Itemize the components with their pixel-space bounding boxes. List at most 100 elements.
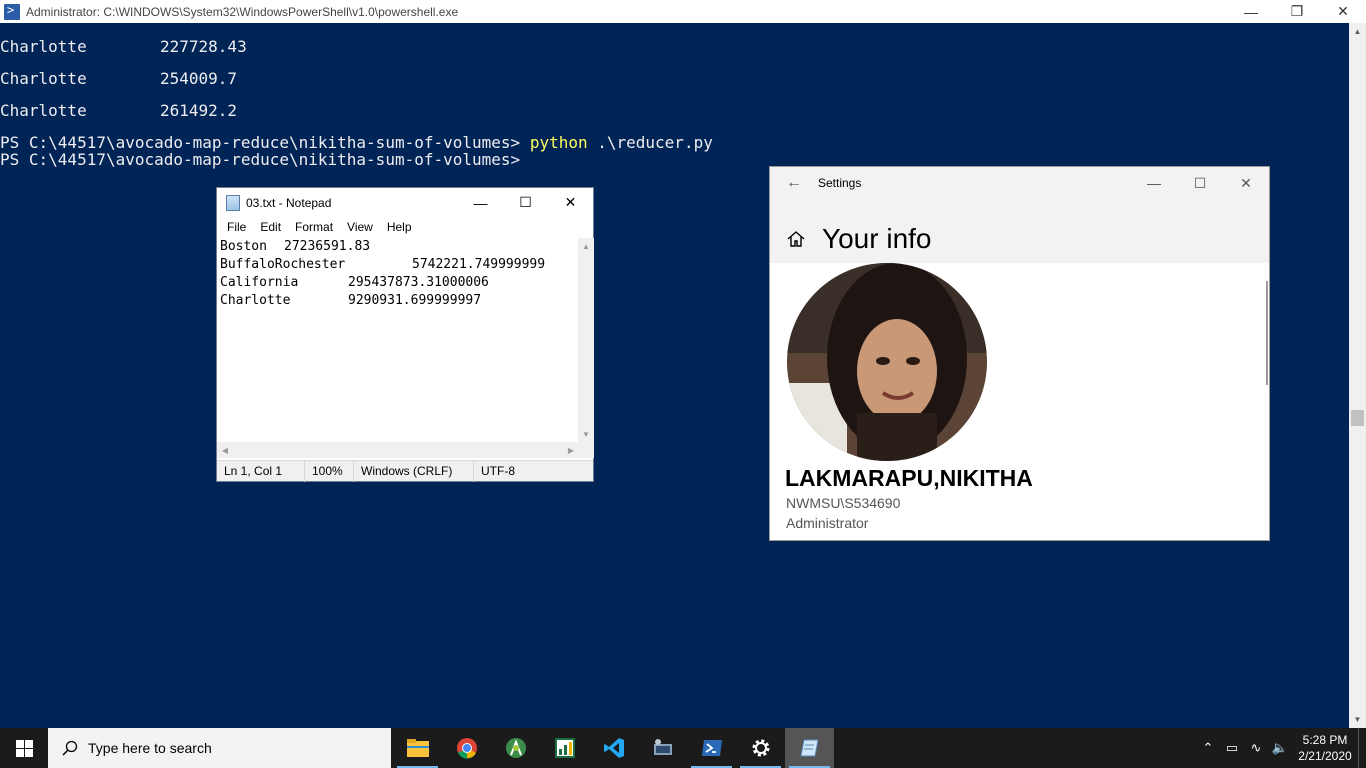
minimize-button[interactable]: —: [1131, 167, 1177, 199]
status-zoom: 100%: [305, 460, 354, 482]
minimize-button[interactable]: —: [1228, 0, 1274, 23]
windows-logo-icon: [15, 739, 33, 757]
output-value: 261492.2: [160, 101, 238, 120]
vs-code-icon: [603, 738, 624, 758]
notepad-text-area[interactable]: Boston 27236591.83 BuffaloRochester 574222…: [217, 238, 579, 442]
notepad-window[interactable]: 03.txt - Notepad — ☐ ✕ File Edit Format …: [216, 187, 594, 482]
page-title: Your info: [822, 223, 932, 254]
powershell-icon: [4, 3, 20, 20]
menu-view[interactable]: View: [340, 218, 380, 237]
taskbar-notepad[interactable]: [785, 728, 834, 768]
powershell-scrollbar[interactable]: ▲ ▼: [1349, 23, 1366, 728]
taskbar-spreadsheet[interactable]: [540, 728, 589, 768]
android-studio-icon: [505, 738, 526, 758]
output-city: Charlotte: [0, 37, 87, 56]
settings-title: Settings: [818, 176, 862, 190]
home-icon[interactable]: [786, 229, 806, 249]
taskbar-file-explorer[interactable]: [393, 728, 442, 768]
line-value: 27236591.83: [284, 239, 371, 254]
scroll-down-icon[interactable]: ▼: [1349, 711, 1366, 728]
menu-file[interactable]: File: [220, 218, 253, 237]
maximize-button[interactable]: ☐: [1177, 167, 1223, 199]
output-city: Charlotte: [0, 101, 87, 120]
spreadsheet-icon: [554, 738, 575, 758]
volume-muted-icon[interactable]: 🔈: [1268, 740, 1292, 756]
output-value: 254009.7: [160, 69, 238, 88]
notepad-menubar: File Edit Format View Help: [217, 218, 593, 237]
status-position: Ln 1, Col 1: [217, 460, 305, 482]
system-tray: ⌃ ▭ ∿ 🔈 5:28 PM 2/21/2020: [1196, 728, 1366, 768]
menu-edit[interactable]: Edit: [253, 218, 288, 237]
scrollbar-corner: [578, 442, 594, 458]
line-value: 295437873.31000006: [348, 275, 489, 290]
prompt-command: python: [529, 133, 588, 152]
user-avatar: [787, 263, 987, 461]
prompt-path: PS C:\44517\avocado-map-reduce\nikitha-s…: [0, 150, 521, 169]
show-desktop-button[interactable]: [1358, 728, 1366, 768]
user-role: Administrator: [786, 515, 869, 531]
notepad-horizontal-scrollbar[interactable]: ◀ ▶: [217, 442, 579, 458]
user-name: LAKMARAPU,NIKITHA: [785, 465, 1033, 491]
powershell-window-title: Administrator: C:\WINDOWS\System32\Windo…: [26, 4, 459, 19]
folder-icon: [406, 739, 429, 757]
notepad-taskbar-icon: [799, 739, 819, 757]
scroll-up-icon[interactable]: ▲: [1349, 23, 1366, 40]
clock-time: 5:28 PM: [1302, 733, 1348, 747]
taskbar-vs-code[interactable]: [589, 728, 638, 768]
minimize-button[interactable]: —: [458, 188, 503, 217]
settings-titlebar: ← Settings — ☐ ✕: [770, 167, 1269, 199]
clock-date: 2/21/2020: [1298, 749, 1352, 763]
line-name: BuffaloRochester: [220, 257, 346, 272]
output-line: Charlotte 227728.43: [0, 37, 247, 56]
chevron-up-icon[interactable]: ⌃: [1196, 740, 1220, 756]
text-line: BuffaloRochester 5742221.749999999: [220, 256, 579, 274]
output-line: Charlotte 254009.7: [0, 69, 237, 88]
close-button[interactable]: ✕: [1320, 0, 1366, 23]
scroll-right-icon[interactable]: ▶: [563, 442, 579, 458]
taskbar-search-box[interactable]: Type here to search: [48, 728, 391, 768]
line-value: 5742221.749999999: [412, 257, 546, 272]
notepad-icon: [226, 195, 240, 211]
notepad-statusbar: Ln 1, Col 1 100% Windows (CRLF) UTF-8: [217, 460, 593, 482]
chrome-icon: [456, 738, 477, 759]
close-button[interactable]: ✕: [1223, 167, 1269, 199]
text-line: California 295437873.31000006: [220, 274, 579, 292]
line-value: 9290931.699999997: [348, 293, 482, 308]
user-account-id: NWMSU\S534690: [786, 495, 901, 511]
scroll-up-icon[interactable]: ▲: [578, 238, 594, 254]
maximize-button[interactable]: ☐: [503, 188, 548, 217]
output-value: 227728.43: [160, 37, 247, 56]
close-button[interactable]: ✕: [548, 188, 593, 217]
avatar-photo: [787, 263, 987, 461]
taskbar-chrome[interactable]: [442, 728, 491, 768]
taskbar-powershell[interactable]: [687, 728, 736, 768]
page-heading: Your info: [786, 223, 932, 255]
status-encoding: UTF-8: [481, 463, 515, 478]
menu-help[interactable]: Help: [380, 218, 419, 237]
settings-scrollbar[interactable]: [1266, 281, 1268, 385]
prompt-args: .\reducer.py: [587, 133, 713, 152]
scroll-thumb[interactable]: [1351, 410, 1364, 426]
search-icon: [62, 740, 78, 756]
scroll-down-icon[interactable]: ▼: [578, 426, 594, 442]
notepad-vertical-scrollbar[interactable]: ▲ ▼: [578, 238, 594, 442]
settings-window[interactable]: ← Settings — ☐ ✕ Your info LAKMARAPU,NIK…: [769, 166, 1270, 541]
taskbar-clock[interactable]: 5:28 PM 2/21/2020: [1292, 732, 1358, 764]
restore-button[interactable]: ❐: [1274, 0, 1320, 23]
line-name: Boston: [220, 239, 267, 254]
prompt-line[interactable]: PS C:\44517\avocado-map-reduce\nikitha-s…: [0, 150, 520, 169]
menu-format[interactable]: Format: [288, 218, 340, 237]
start-button[interactable]: [0, 728, 48, 768]
notepad-title: 03.txt - Notepad: [246, 196, 332, 210]
powershell-titlebar: Administrator: C:\WINDOWS\System32\Windo…: [0, 0, 1366, 23]
network-tool-icon: [653, 739, 672, 755]
scroll-left-icon[interactable]: ◀: [217, 442, 233, 458]
battery-icon[interactable]: ▭: [1220, 740, 1244, 756]
text-line: Boston 27236591.83: [220, 238, 579, 256]
back-arrow-icon[interactable]: ←: [770, 174, 818, 192]
taskbar: Type here to search ⌃ ▭ ∿ 🔈 5:28 PM 2/21…: [0, 728, 1366, 768]
taskbar-android-studio[interactable]: [491, 728, 540, 768]
taskbar-network-tool[interactable]: [638, 728, 687, 768]
taskbar-settings[interactable]: [736, 728, 785, 768]
wifi-icon[interactable]: ∿: [1244, 740, 1268, 756]
